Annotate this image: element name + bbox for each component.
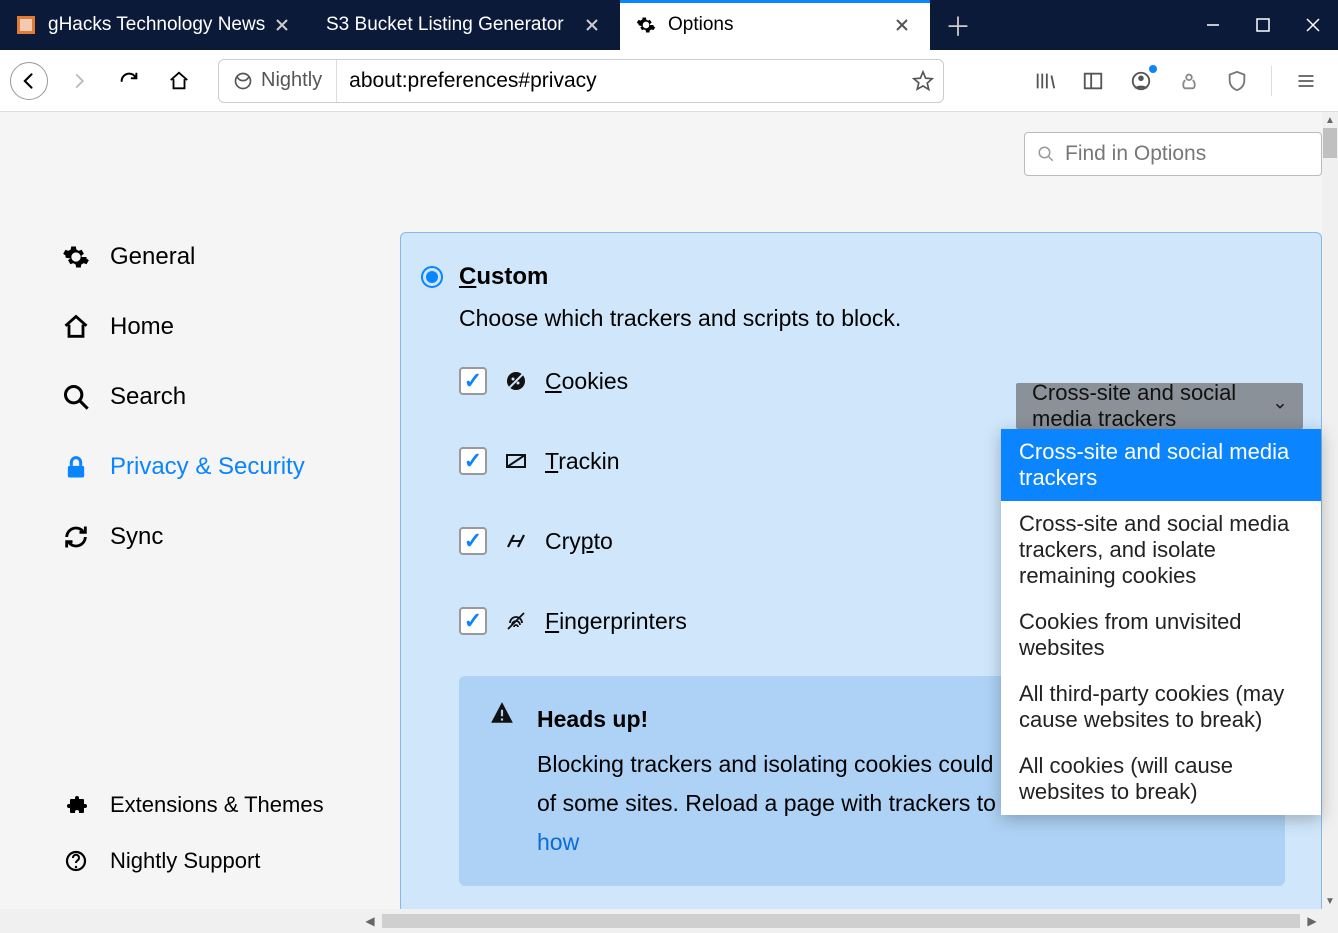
minimize-button[interactable] bbox=[1188, 0, 1238, 50]
sidebar-item-support[interactable]: Nightly Support bbox=[60, 833, 324, 889]
url-text[interactable]: about:preferences#privacy bbox=[337, 69, 903, 93]
search-icon bbox=[1037, 145, 1055, 163]
dropdown-option[interactable]: Cross-site and social media trackers bbox=[1001, 429, 1321, 501]
warning-icon bbox=[489, 700, 515, 862]
tab-bar: gHacks Technology News S3 Bucket Listing… bbox=[0, 0, 1338, 50]
reload-button[interactable] bbox=[110, 62, 148, 100]
search-icon bbox=[60, 381, 92, 413]
checkbox-fingerprinters[interactable]: ✓ bbox=[459, 607, 487, 635]
close-icon[interactable] bbox=[270, 13, 294, 37]
scroll-track[interactable] bbox=[382, 914, 1300, 928]
library-icon[interactable] bbox=[1031, 67, 1059, 95]
maximize-button[interactable] bbox=[1238, 0, 1288, 50]
close-icon[interactable] bbox=[890, 13, 914, 37]
checkbox-cookies[interactable]: ✓ bbox=[459, 367, 487, 395]
sync-icon bbox=[60, 521, 92, 553]
puzzle-icon bbox=[60, 789, 92, 821]
sidebar-label: Sync bbox=[110, 523, 163, 551]
dropdown-option[interactable]: All cookies (will cause websites to brea… bbox=[1001, 743, 1321, 815]
home-button[interactable] bbox=[160, 62, 198, 100]
fingerprint-icon bbox=[503, 608, 529, 634]
custom-panel: Custom Choose which trackers and scripts… bbox=[400, 232, 1322, 917]
address-bar[interactable]: Nightly about:preferences#privacy bbox=[218, 59, 944, 103]
tab-title: gHacks Technology News bbox=[48, 14, 265, 36]
row-label: Cookies bbox=[545, 368, 628, 395]
new-tab-button[interactable]: ＋ bbox=[938, 0, 978, 50]
tab-options[interactable]: Options bbox=[620, 0, 930, 50]
row-label: Fingerprinters bbox=[545, 608, 687, 635]
sidebar-label: Extensions & Themes bbox=[110, 792, 324, 818]
checkbox-crypto[interactable]: ✓ bbox=[459, 527, 487, 555]
sidebar-label: Nightly Support bbox=[110, 848, 260, 874]
cookie-blocked-icon bbox=[503, 368, 529, 394]
tab-title: S3 Bucket Listing Generator bbox=[326, 14, 564, 36]
close-icon[interactable] bbox=[580, 13, 604, 37]
sidebar-item-extensions[interactable]: Extensions & Themes bbox=[60, 777, 324, 833]
vertical-scrollbar[interactable]: ▲ ▼ bbox=[1322, 112, 1338, 909]
lock-icon bbox=[60, 451, 92, 483]
cookies-dropdown: Cross-site and social media trackers Cro… bbox=[1001, 429, 1321, 815]
custom-radio-row[interactable]: Custom bbox=[421, 263, 1285, 291]
sidebar-item-privacy[interactable]: Privacy & Security bbox=[60, 432, 380, 502]
preferences-page: Find in Options General Home Search Priv… bbox=[0, 112, 1322, 909]
sidebar-item-home[interactable]: Home bbox=[60, 292, 380, 362]
chevron-down-icon bbox=[1273, 399, 1287, 413]
sidebar-label: Search bbox=[110, 383, 186, 411]
account-icon[interactable] bbox=[1127, 67, 1155, 95]
forward-button[interactable] bbox=[60, 62, 98, 100]
row-label: Trackin bbox=[545, 448, 620, 475]
dropdown-option[interactable]: Cross-site and social media trackers, an… bbox=[1001, 501, 1321, 599]
category-sidebar: General Home Search Privacy & Security S… bbox=[60, 222, 380, 572]
firefox-icon bbox=[233, 71, 253, 91]
gear-icon bbox=[60, 241, 92, 273]
crypto-icon bbox=[503, 528, 529, 554]
tracking-icon bbox=[503, 448, 529, 474]
scroll-thumb[interactable] bbox=[1323, 128, 1337, 158]
sidebar-label: General bbox=[110, 243, 195, 271]
custom-description: Choose which trackers and scripts to blo… bbox=[459, 305, 1285, 332]
horizontal-scrollbar[interactable]: ◀ ▶ bbox=[360, 909, 1322, 933]
extension-icon[interactable] bbox=[1175, 67, 1203, 95]
checkbox-tracking[interactable]: ✓ bbox=[459, 447, 487, 475]
window-controls bbox=[1188, 0, 1338, 50]
sidebar-item-general[interactable]: General bbox=[60, 222, 380, 292]
tab-title: Options bbox=[668, 14, 733, 36]
sidebar-label: Home bbox=[110, 313, 174, 341]
tab-ghacks[interactable]: gHacks Technology News bbox=[0, 0, 310, 50]
tab-s3[interactable]: S3 Bucket Listing Generator bbox=[310, 0, 620, 50]
favicon-ghacks bbox=[16, 15, 36, 35]
back-button[interactable] bbox=[10, 62, 48, 100]
select-value: Cross-site and social media trackers bbox=[1032, 380, 1273, 432]
scroll-left-arrow[interactable]: ◀ bbox=[360, 914, 380, 928]
row-label: Crypto bbox=[545, 528, 613, 555]
toolbar-right bbox=[1031, 66, 1328, 96]
nav-toolbar: Nightly about:preferences#privacy bbox=[0, 50, 1338, 112]
dropdown-option[interactable]: Cookies from unvisited websites bbox=[1001, 599, 1321, 671]
scroll-right-arrow[interactable]: ▶ bbox=[1302, 914, 1322, 928]
close-window-button[interactable] bbox=[1288, 0, 1338, 50]
radio-selected-icon[interactable] bbox=[421, 266, 443, 288]
sidebar-label: Privacy & Security bbox=[110, 453, 305, 481]
menu-button[interactable] bbox=[1292, 67, 1320, 95]
sidebar-item-sync[interactable]: Sync bbox=[60, 502, 380, 572]
identity-label: Nightly bbox=[261, 69, 322, 92]
find-in-options[interactable]: Find in Options bbox=[1024, 132, 1322, 176]
identity-box[interactable]: Nightly bbox=[219, 60, 337, 102]
gear-icon bbox=[636, 15, 656, 35]
sidebar-bottom: Extensions & Themes Nightly Support bbox=[60, 777, 324, 889]
bookmark-star-icon[interactable] bbox=[903, 70, 943, 92]
help-icon bbox=[60, 845, 92, 877]
custom-title: Custom bbox=[459, 263, 548, 291]
sidebar-icon[interactable] bbox=[1079, 67, 1107, 95]
separator bbox=[1271, 66, 1272, 96]
find-placeholder: Find in Options bbox=[1065, 142, 1206, 166]
sidebar-item-search[interactable]: Search bbox=[60, 362, 380, 432]
dropdown-option[interactable]: All third-party cookies (may cause websi… bbox=[1001, 671, 1321, 743]
shield-icon[interactable] bbox=[1223, 67, 1251, 95]
home-icon bbox=[60, 311, 92, 343]
cookies-select[interactable]: Cross-site and social media trackers bbox=[1016, 383, 1303, 429]
scroll-down-arrow[interactable]: ▼ bbox=[1322, 893, 1338, 909]
scroll-up-arrow[interactable]: ▲ bbox=[1322, 112, 1338, 128]
